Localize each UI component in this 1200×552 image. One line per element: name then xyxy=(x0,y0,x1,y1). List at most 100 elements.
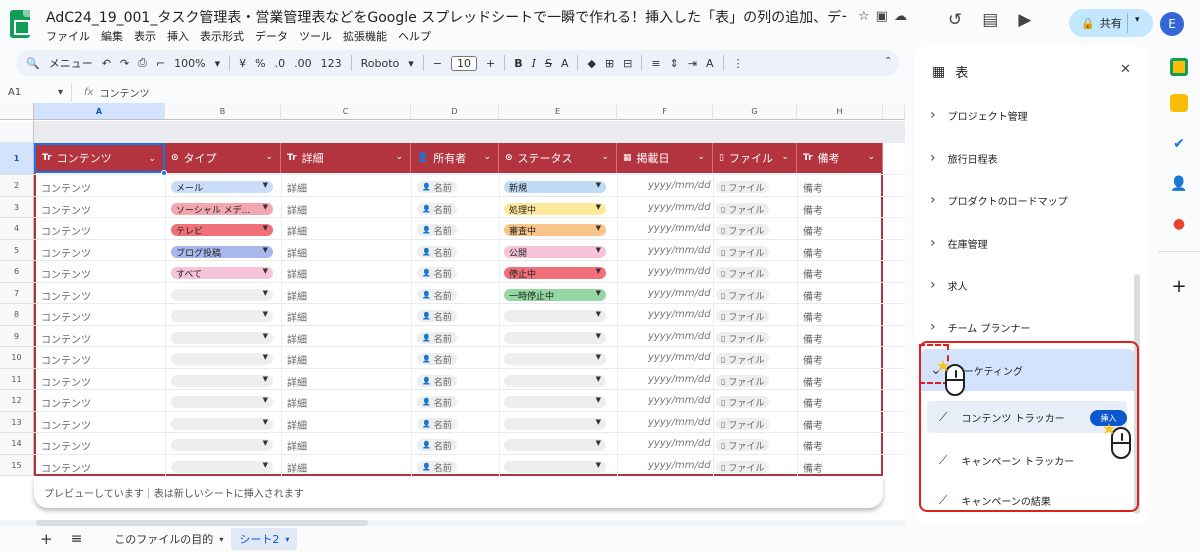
status-dropdown-chip[interactable]: ▼ xyxy=(504,439,606,451)
cell-detail[interactable]: 詳細 xyxy=(287,223,307,238)
status-dropdown-chip[interactable]: 処理中 ▼ xyxy=(504,203,606,215)
horizontal-align-icon[interactable]: ≡ xyxy=(651,57,660,70)
column-header[interactable]: G xyxy=(713,103,797,120)
cell-content[interactable]: コンテンツ xyxy=(41,417,91,432)
row-header[interactable]: 2 xyxy=(0,175,34,197)
status-dropdown-chip[interactable]: ▼ xyxy=(504,396,606,408)
type-dropdown-chip[interactable]: ソーシャル メデ... ▼ xyxy=(171,203,273,215)
row-header[interactable]: 5 xyxy=(0,240,34,261)
calendar-icon[interactable] xyxy=(1170,58,1188,76)
cell-note[interactable]: 備考 xyxy=(803,245,823,260)
file-chip[interactable]: ▯ ファイル xyxy=(716,267,770,280)
row-header-blank[interactable] xyxy=(0,121,34,143)
sheets-logo-icon[interactable] xyxy=(10,10,30,38)
cell-note[interactable]: 備考 xyxy=(803,331,823,346)
type-dropdown-chip[interactable]: メール ▼ xyxy=(171,181,273,193)
row-header[interactable]: 8 xyxy=(0,304,34,326)
spreadsheet-grid[interactable]: Tr コンテンツ ⌄ ⊙ タイプ ⌄ Tr 詳細 ⌄ 👤 所有者 ⌄ ⊙ ステータス ⌄ ▦ 掲載日 ⌄ ▯ ファイル… xyxy=(0,103,905,520)
formula-input[interactable]: コンテンツ xyxy=(99,85,149,100)
font-size-input[interactable]: 10 xyxy=(451,55,477,71)
menu-format[interactable]: 表示形式 xyxy=(200,28,244,44)
cell-date[interactable]: yyyy/mm/dd xyxy=(648,309,711,320)
row-header[interactable]: 14 xyxy=(0,433,34,455)
type-dropdown-chip[interactable]: ▼ xyxy=(171,461,273,473)
chevron-down-icon[interactable]: ⌄ xyxy=(697,152,705,162)
row-header[interactable]: 15 xyxy=(0,455,34,476)
menu-search[interactable]: メニュー xyxy=(49,55,93,71)
cell-content[interactable]: コンテンツ xyxy=(41,352,91,367)
file-chip[interactable]: ▯ ファイル xyxy=(716,310,770,323)
chevron-down-icon[interactable]: ▾ xyxy=(285,535,289,544)
cell-detail[interactable]: 詳細 xyxy=(287,395,307,410)
owner-people-chip[interactable]: 👤 名前 xyxy=(417,332,457,345)
cell-content[interactable]: コンテンツ xyxy=(41,202,91,217)
table-column-header[interactable]: ⊙ ステータス ⌄ xyxy=(499,143,617,173)
keep-icon[interactable] xyxy=(1170,94,1188,112)
cell-content[interactable]: コンテンツ xyxy=(41,460,91,475)
table-column-header[interactable]: ⊙ タイプ ⌄ xyxy=(165,143,281,173)
decrease-decimal-button[interactable]: .0 xyxy=(275,57,286,70)
undo-icon[interactable]: ↶ xyxy=(102,57,111,70)
row-header[interactable]: 3 xyxy=(0,197,34,218)
table-column-header[interactable]: Tr コンテンツ ⌄ xyxy=(34,143,165,173)
chevron-down-icon[interactable]: ▾ xyxy=(408,57,414,70)
cell-note[interactable]: 備考 xyxy=(803,460,823,475)
search-icon[interactable]: 🔍 xyxy=(26,57,40,70)
table-column-header[interactable]: Tr 詳細 ⌄ xyxy=(281,143,411,173)
italic-icon[interactable]: I xyxy=(532,57,536,70)
owner-people-chip[interactable]: 👤 名前 xyxy=(417,203,457,216)
file-chip[interactable]: ▯ ファイル xyxy=(716,181,770,194)
move-folder-icon[interactable]: ▣ xyxy=(876,9,888,24)
menu-edit[interactable]: 編集 xyxy=(101,28,123,44)
table-column-header[interactable]: 👤 所有者 ⌄ xyxy=(411,143,499,173)
status-dropdown-chip[interactable]: ▼ xyxy=(504,310,606,322)
cell-note[interactable]: 備考 xyxy=(803,223,823,238)
row-header[interactable]: 4 xyxy=(0,218,34,240)
avatar[interactable]: E xyxy=(1160,12,1184,36)
owner-people-chip[interactable]: 👤 名前 xyxy=(417,289,457,302)
cell-note[interactable]: 備考 xyxy=(803,288,823,303)
comment-icon[interactable]: ▤ xyxy=(982,10,998,30)
cell-content[interactable]: コンテンツ xyxy=(41,438,91,453)
cell-note[interactable]: 備考 xyxy=(803,438,823,453)
file-chip[interactable]: ▯ ファイル xyxy=(716,375,770,388)
cell-date[interactable]: yyyy/mm/dd xyxy=(648,245,711,256)
column-header[interactable]: E xyxy=(499,103,617,120)
cell-date[interactable]: yyyy/mm/dd xyxy=(648,180,711,191)
owner-people-chip[interactable]: 👤 名前 xyxy=(417,396,457,409)
collapse-toolbar-icon[interactable]: ⌃ xyxy=(884,56,892,67)
type-dropdown-chip[interactable]: ▼ xyxy=(171,353,273,365)
redo-icon[interactable]: ↷ xyxy=(120,57,129,70)
type-dropdown-chip[interactable]: ▼ xyxy=(171,418,273,430)
cell-note[interactable]: 備考 xyxy=(803,180,823,195)
file-chip[interactable]: ▯ ファイル xyxy=(716,246,770,259)
cell-date[interactable]: yyyy/mm/dd xyxy=(648,202,711,213)
cell-note[interactable]: 備考 xyxy=(803,309,823,324)
cell-date[interactable]: yyyy/mm/dd xyxy=(648,395,711,406)
cell-date[interactable]: yyyy/mm/dd xyxy=(648,331,711,342)
cell-detail[interactable]: 詳細 xyxy=(287,460,307,475)
row-header[interactable]: 12 xyxy=(0,390,34,412)
status-dropdown-chip[interactable]: 審査中 ▼ xyxy=(504,224,606,236)
type-dropdown-chip[interactable]: ▼ xyxy=(171,332,273,344)
strikethrough-icon[interactable]: S xyxy=(545,57,552,70)
file-chip[interactable]: ▯ ファイル xyxy=(716,332,770,345)
menu-insert[interactable]: 挿入 xyxy=(167,28,189,44)
type-dropdown-chip[interactable]: ▼ xyxy=(171,289,273,301)
template-category-6[interactable]: › チーム プランナー xyxy=(914,312,1134,342)
type-dropdown-chip[interactable]: すべて ▼ xyxy=(171,267,273,279)
decrease-font-icon[interactable]: − xyxy=(433,57,442,70)
owner-people-chip[interactable]: 👤 名前 xyxy=(417,353,457,366)
cell-detail[interactable]: 詳細 xyxy=(287,417,307,432)
menu-view[interactable]: 表示 xyxy=(134,28,156,44)
owner-people-chip[interactable]: 👤 名前 xyxy=(417,181,457,194)
row-header[interactable]: 13 xyxy=(0,412,34,433)
increase-decimal-button[interactable]: .00 xyxy=(294,57,312,70)
cell-date[interactable]: yyyy/mm/dd xyxy=(648,460,711,471)
status-dropdown-chip[interactable]: ▼ xyxy=(504,461,606,473)
chevron-down-icon[interactable]: ⌄ xyxy=(781,152,789,162)
cell-detail[interactable]: 詳細 xyxy=(287,288,307,303)
cell-date[interactable]: yyyy/mm/dd xyxy=(648,438,711,449)
text-rotate-icon[interactable]: A xyxy=(706,57,714,70)
menu-tools[interactable]: ツール xyxy=(299,28,332,44)
